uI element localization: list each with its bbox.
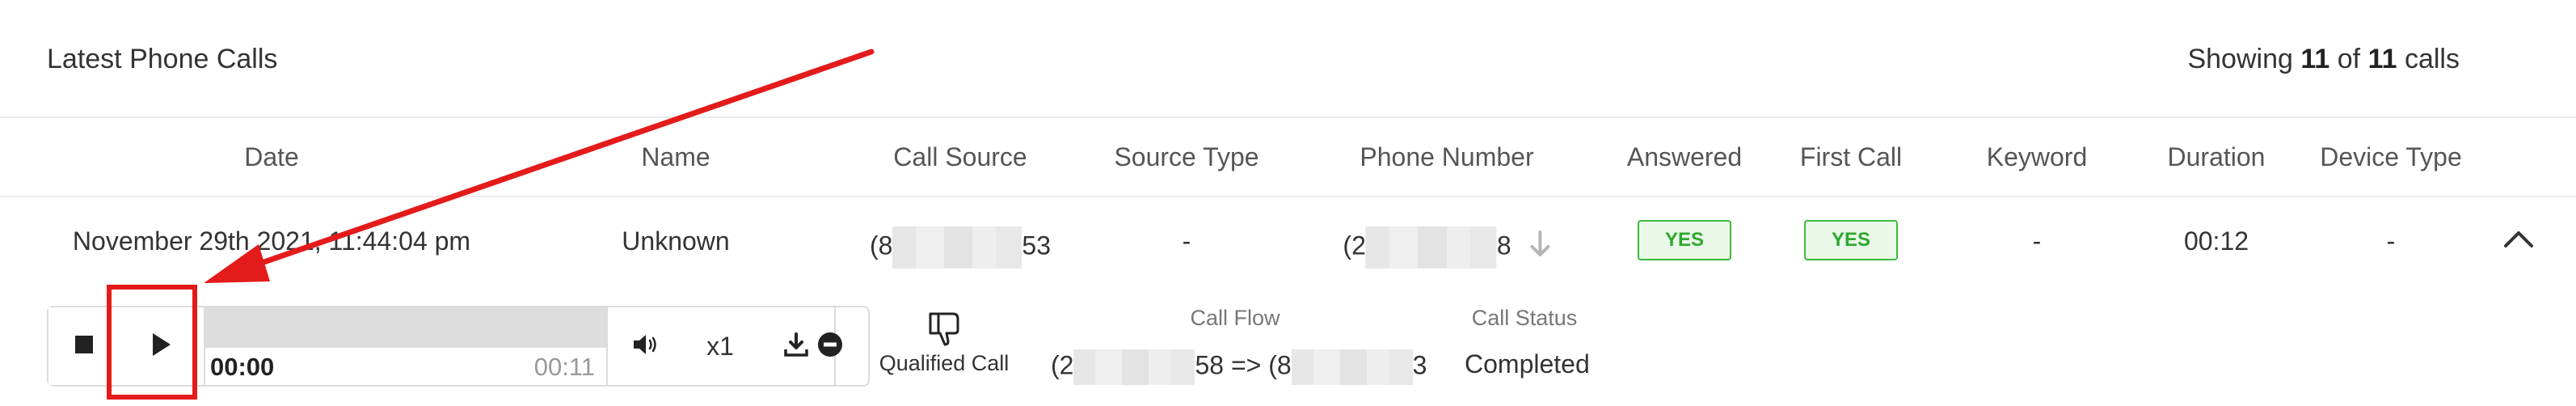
annotation-arrow — [204, 49, 875, 283]
